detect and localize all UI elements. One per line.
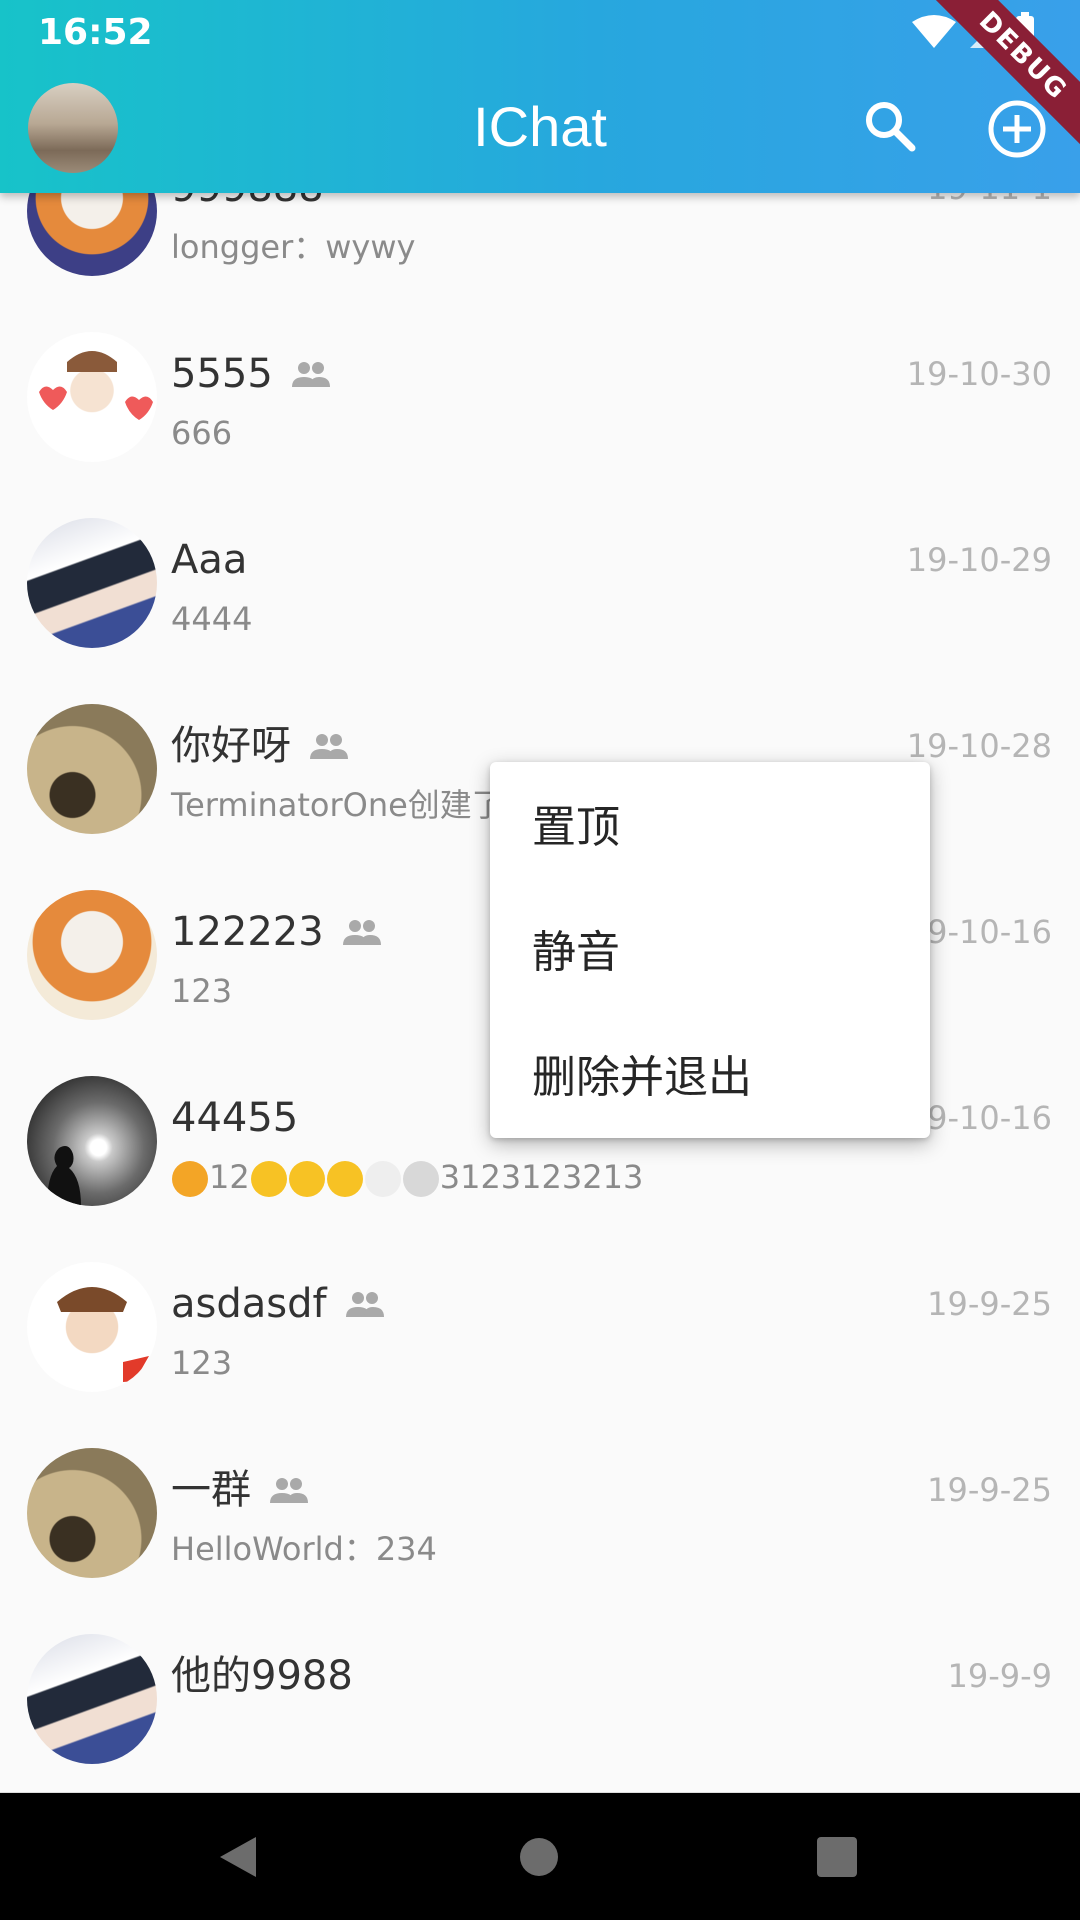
chat-row[interactable]: asdasdf 19-9-25 123 — [0, 1234, 1080, 1421]
chat-preview: 123 — [171, 1344, 233, 1382]
avatar — [27, 1076, 157, 1206]
chat-name: 122223 — [171, 909, 324, 955]
heart-icon — [39, 351, 153, 420]
status-time: 16:52 — [38, 12, 153, 53]
chat-preview: 4444 — [171, 600, 253, 638]
menu-item-pin[interactable]: 置顶 — [532, 780, 902, 876]
chat-date: 19-9-25 — [927, 1471, 1052, 1509]
chat-name: asdasdf — [171, 1281, 327, 1327]
chat-row[interactable]: 5555 19-10-30 666 — [0, 304, 1080, 491]
grimacing-face-emoji-icon — [326, 1161, 363, 1197]
chat-preview: HelloWorld：234 — [171, 1530, 437, 1568]
menu-item-mute[interactable]: 静音 — [532, 905, 902, 1001]
ghost-emoji-icon — [364, 1161, 401, 1197]
chat-row[interactable]: 一群 19-9-25 HelloWorld：234 — [0, 1420, 1080, 1607]
chat-name: Aaa — [171, 537, 248, 583]
chat-row[interactable]: 他的9988 19-9-9 — [0, 1606, 1080, 1793]
chat-preview-suffix: 3123123213 — [439, 1158, 644, 1196]
chat-date: 19-10-29 — [906, 541, 1052, 579]
chat-date: 19-10-30 — [906, 355, 1052, 393]
avatar — [27, 890, 157, 1020]
chat-name: 44455 — [171, 1095, 299, 1141]
chat-date: 19-9-9 — [947, 1657, 1052, 1695]
add-circle-icon[interactable] — [986, 98, 1048, 160]
app-bar: 16:52 IChat — [0, 0, 1080, 193]
group-icon — [291, 362, 330, 387]
back-icon[interactable] — [216, 1835, 260, 1879]
group-icon — [310, 734, 348, 759]
chat-preview: longger：wywy — [171, 228, 416, 266]
flag-icon — [57, 1287, 151, 1382]
chat-preview-text: 12 — [209, 1158, 250, 1196]
app-title: IChat — [473, 95, 607, 158]
group-icon — [342, 920, 381, 945]
home-icon[interactable] — [518, 1836, 560, 1878]
astonished-face-emoji-icon — [250, 1161, 287, 1197]
chat-preview: 12 3123123213 — [171, 1152, 643, 1202]
avatar — [27, 332, 157, 462]
chat-preview: TerminatorOne创建了 — [171, 786, 504, 824]
chat-name: 他的9988 — [171, 1653, 353, 1699]
group-icon — [345, 1292, 384, 1317]
silhouette-icon — [47, 1146, 81, 1206]
avatar — [27, 704, 157, 834]
flushed-face-emoji-icon — [288, 1161, 325, 1197]
menu-item-delete-exit[interactable]: 删除并退出 — [532, 1030, 902, 1126]
search-icon[interactable] — [862, 98, 918, 154]
angry-face-emoji-icon — [172, 1161, 208, 1197]
chat-name: 你好呀 — [171, 723, 291, 769]
avatar — [27, 518, 157, 648]
group-icon — [270, 1478, 308, 1503]
recents-icon[interactable] — [816, 1836, 858, 1878]
avatar — [27, 1262, 157, 1392]
chat-row[interactable]: Aaa 19-10-29 4444 — [0, 490, 1080, 677]
chat-preview: 666 — [171, 414, 233, 452]
wifi-icon — [912, 15, 956, 48]
chat-name: 一群 — [171, 1467, 251, 1513]
chat-date: 19-9-25 — [927, 1285, 1052, 1323]
skull-crossbones-emoji-icon — [402, 1161, 439, 1197]
system-nav-bar — [0, 1793, 1080, 1920]
chat-name: 5555 — [171, 351, 273, 397]
avatar — [27, 1448, 157, 1578]
context-menu: 置顶 静音 删除并退出 — [490, 762, 930, 1138]
chat-preview: 123 — [171, 972, 233, 1010]
avatar — [27, 1634, 157, 1764]
